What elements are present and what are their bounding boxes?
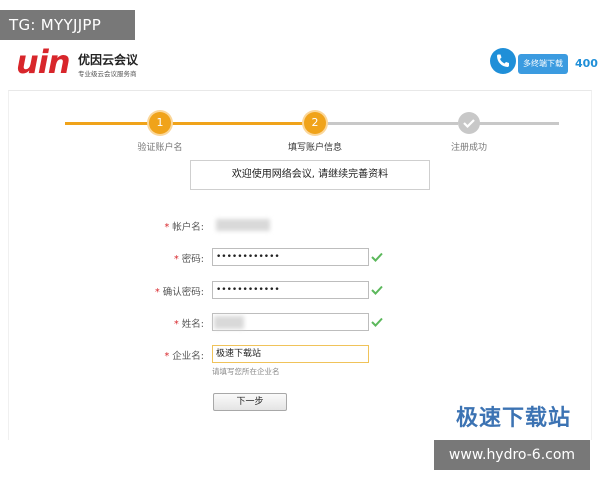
company-row: * 企业名: 极速下载站 — [0, 345, 600, 365]
welcome-message: 欢迎使用网络会议, 请继续完善资料 — [190, 160, 430, 190]
company-input[interactable]: 极速下载站 — [212, 345, 369, 363]
step-line-4 — [477, 122, 559, 125]
company-label: * 企业名: — [165, 348, 204, 362]
password-input[interactable]: •••••••••••• — [212, 248, 369, 266]
valid-check-icon — [371, 285, 383, 295]
account-label-text: 帐户名: — [172, 222, 204, 233]
logo-subtitle: 专业级云会议服务商 — [78, 70, 137, 78]
name-row: * 姓名: — [0, 313, 600, 333]
confirm-password-input[interactable]: •••••••••••• — [212, 281, 369, 299]
required-mark: * — [155, 287, 160, 298]
name-input[interactable] — [212, 313, 369, 331]
confirm-password-label-text: 确认密码: — [162, 287, 204, 298]
required-mark: * — [174, 254, 179, 265]
account-label: * 帐户名: — [165, 219, 204, 233]
step-1-label: 验证账户名 — [137, 143, 183, 153]
step-2-label: 填写账户信息 — [287, 143, 343, 153]
password-label: * 密码: — [174, 251, 204, 265]
multi-device-download-button[interactable]: 多终端下载 — [518, 54, 568, 74]
step-3-check-icon — [458, 112, 480, 134]
confirm-password-row: * 确认密码: •••••••••••• — [0, 281, 600, 301]
company-label-text: 企业名: — [172, 351, 204, 362]
tg-watermark: TG: MYYJJPP — [0, 10, 135, 40]
valid-check-icon — [371, 252, 383, 262]
required-mark: * — [174, 319, 179, 330]
required-mark: * — [164, 351, 170, 362]
confirm-password-label: * 确认密码: — [155, 284, 204, 298]
step-line-3 — [323, 122, 458, 125]
name-label: * 姓名: — [174, 316, 204, 330]
logo-title: 优因云会议 — [78, 53, 139, 67]
phone-icon — [490, 48, 516, 74]
required-mark: * — [164, 222, 170, 233]
site-url-watermark: www.hydro-6.com — [434, 440, 590, 470]
company-hint: 请填写您所在企业名 — [212, 367, 280, 376]
brand-logo[interactable]: uin 优因云会议 专业级云会议服务商 — [16, 44, 176, 84]
step-1-circle: 1 — [149, 112, 171, 134]
step-2-circle: 2 — [304, 112, 326, 134]
site-watermark: 极速下载站 — [456, 406, 572, 431]
hotline-number: 400 — [575, 57, 598, 70]
name-label-text: 姓名: — [181, 319, 204, 330]
step-line-2 — [170, 122, 305, 125]
password-label-text: 密码: — [181, 254, 204, 265]
account-row: * 帐户名: — [0, 216, 600, 236]
step-3-label: 注册成功 — [450, 143, 488, 153]
step-line-1 — [65, 122, 155, 125]
name-value-redacted — [214, 316, 244, 329]
password-row: * 密码: •••••••••••• — [0, 248, 600, 268]
next-step-button[interactable]: 下一步 — [213, 393, 287, 411]
valid-check-icon — [371, 317, 383, 327]
account-value-redacted — [216, 219, 270, 231]
logo-mark: uin — [16, 43, 71, 81]
